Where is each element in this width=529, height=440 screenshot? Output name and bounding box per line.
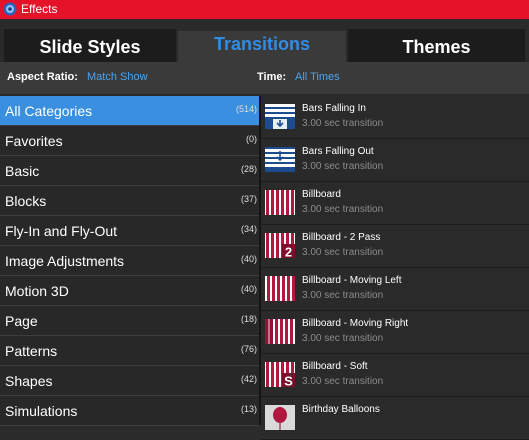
transition-duration: 3.00 sec transition xyxy=(302,333,384,344)
category-simulations[interactable]: Simulations (13) xyxy=(0,396,259,426)
category-fly-in-and-fly-out[interactable]: Fly-In and Fly-Out (34) xyxy=(0,216,259,246)
category-count: (76) xyxy=(240,344,257,354)
category-name: Basic xyxy=(5,163,40,179)
category-list: All Categories (514) Favorites (0) Basic… xyxy=(0,96,259,426)
transition-duration: 3.00 sec transition xyxy=(302,161,384,172)
category-name: Simulations xyxy=(5,403,78,419)
category-favorites[interactable]: Favorites (0) xyxy=(0,126,259,156)
transition-item-billboard-soft[interactable]: S Billboard - Soft 3.00 sec transition xyxy=(261,354,529,397)
transition-item-billboard-2-pass[interactable]: 2 Billboard - 2 Pass 3.00 sec transition xyxy=(261,225,529,268)
bars-falling-in-icon xyxy=(265,104,295,129)
options-bar: Aspect Ratio: Match Show Time: All Times xyxy=(0,62,529,94)
category-page[interactable]: Page (18) xyxy=(0,306,259,336)
transition-duration: 3.00 sec transition xyxy=(302,290,384,301)
billboard-moving-right-icon xyxy=(265,319,295,344)
transition-item-bars-falling-out[interactable]: Bars Falling Out 3.00 sec transition xyxy=(261,139,529,182)
tab-transitions[interactable]: Transitions xyxy=(178,31,346,62)
category-name: Motion 3D xyxy=(5,283,69,299)
bars-falling-out-icon xyxy=(265,147,295,172)
transition-name: Bars Falling In xyxy=(302,103,366,114)
category-name: Page xyxy=(5,313,38,329)
birthday-balloons-icon xyxy=(265,405,295,430)
category-basic[interactable]: Basic (28) xyxy=(0,156,259,186)
category-name: Image Adjustments xyxy=(5,253,125,269)
category-name: Patterns xyxy=(5,343,58,359)
transition-duration: 3.00 sec transition xyxy=(302,247,384,258)
transition-item-billboard-moving-right[interactable]: Billboard - Moving Right 3.00 sec transi… xyxy=(261,311,529,354)
aspect-ratio-dropdown[interactable]: Match Show xyxy=(87,71,148,83)
transition-item-birthday-balloons[interactable]: Birthday Balloons xyxy=(261,397,529,440)
category-patterns[interactable]: Patterns (76) xyxy=(0,336,259,366)
category-count: (42) xyxy=(240,374,257,384)
title-bar: Effects xyxy=(0,0,529,19)
transition-duration: 3.00 sec transition xyxy=(302,118,384,129)
category-count: (37) xyxy=(240,194,257,204)
tab-slide-styles[interactable]: Slide Styles xyxy=(4,29,176,62)
category-count: (13) xyxy=(240,404,257,414)
category-name: Blocks xyxy=(5,193,47,209)
category-name: Favorites xyxy=(5,133,63,149)
billboard-2-pass-icon: 2 xyxy=(265,233,295,258)
transition-item-bars-falling-in[interactable]: Bars Falling In 3.00 sec transition xyxy=(261,96,529,139)
category-shapes[interactable]: Shapes (42) xyxy=(0,366,259,396)
category-count: (0) xyxy=(246,134,257,144)
transition-name: Billboard - 2 Pass xyxy=(302,232,381,243)
category-count: (514) xyxy=(235,104,257,114)
category-count: (34) xyxy=(240,224,257,234)
category-name: Shapes xyxy=(5,373,53,389)
transition-name: Billboard xyxy=(302,189,341,200)
transition-item-billboard-moving-left[interactable]: Billboard - Moving Left 3.00 sec transit… xyxy=(261,268,529,311)
category-count: (40) xyxy=(240,284,257,294)
billboard-icon xyxy=(265,190,295,215)
time-dropdown[interactable]: All Times xyxy=(295,71,340,83)
billboard-soft-icon: S xyxy=(265,362,295,387)
svg-text:2: 2 xyxy=(285,245,292,259)
category-motion-3d[interactable]: Motion 3D (40) xyxy=(0,276,259,306)
category-blocks[interactable]: Blocks (37) xyxy=(0,186,259,216)
category-all-categories[interactable]: All Categories (514) xyxy=(0,96,259,126)
transition-name: Billboard - Moving Right xyxy=(302,318,409,329)
app-logo-icon xyxy=(3,2,17,16)
category-name: Fly-In and Fly-Out xyxy=(5,223,118,239)
time-label: Time: xyxy=(257,71,287,83)
billboard-moving-left-icon xyxy=(265,276,295,301)
transition-duration: 3.00 sec transition xyxy=(302,376,384,387)
transition-duration: 3.00 sec transition xyxy=(302,204,384,215)
transition-name: Birthday Balloons xyxy=(302,404,380,415)
transition-list: Bars Falling In 3.00 sec transition Bars… xyxy=(261,96,529,440)
transition-name: Bars Falling Out xyxy=(302,146,374,157)
category-count: (40) xyxy=(240,254,257,264)
category-name: All Categories xyxy=(5,103,93,119)
category-count: (28) xyxy=(240,164,257,174)
category-count: (18) xyxy=(240,314,257,324)
category-image-adjustments[interactable]: Image Adjustments (40) xyxy=(0,246,259,276)
transition-item-billboard[interactable]: Billboard 3.00 sec transition xyxy=(261,182,529,225)
transition-name: Billboard - Soft xyxy=(302,361,368,372)
svg-text:S: S xyxy=(284,374,293,388)
window-title: Effects xyxy=(21,2,58,16)
transition-name: Billboard - Moving Left xyxy=(302,275,402,286)
tab-bar: Slide Styles Transitions Themes xyxy=(0,19,529,62)
tab-themes[interactable]: Themes xyxy=(348,29,525,62)
aspect-ratio-label: Aspect Ratio: xyxy=(7,71,78,83)
